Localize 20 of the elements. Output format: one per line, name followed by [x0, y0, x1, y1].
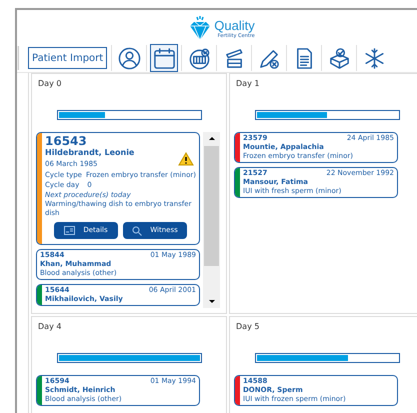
day-title: Day 5 [236, 321, 260, 333]
user-icon [118, 46, 141, 70]
scrollbar[interactable] [203, 132, 220, 308]
patient-import-button[interactable]: Patient Import [28, 47, 108, 69]
scroll-down-icon [208, 300, 214, 303]
scroll-up-icon [208, 137, 214, 140]
day-title: Day 1 [236, 78, 260, 90]
patient-name: Hildebrandt, Leonie [45, 148, 134, 158]
day-title: Day 4 [38, 321, 62, 333]
id-card-icon [64, 226, 76, 235]
toolbar-button[interactable] [150, 44, 178, 72]
logo-title: Quality [214, 19, 255, 33]
snowflake-icon [362, 46, 386, 70]
search-icon [132, 226, 142, 236]
scrollbar-thumb[interactable] [204, 146, 219, 266]
calendar-icon [152, 46, 176, 70]
day-title: Day 0 [38, 78, 62, 90]
device-icon [188, 46, 211, 70]
patient-id: 16543 [45, 134, 88, 148]
box-check-icon [328, 46, 351, 70]
